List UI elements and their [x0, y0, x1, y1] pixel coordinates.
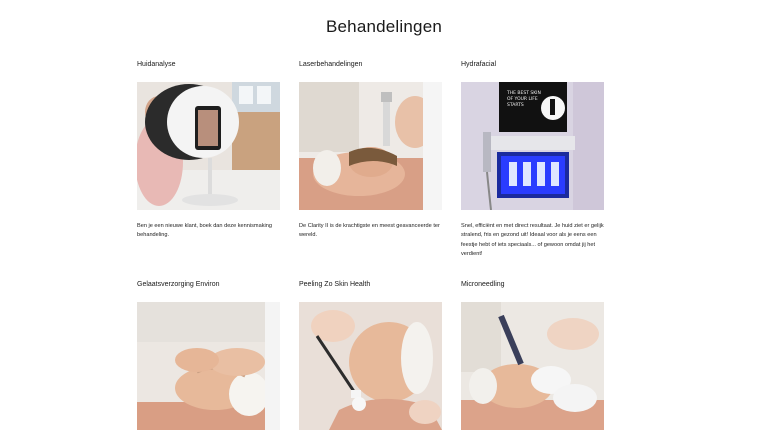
- treatment-card-hydrafacial[interactable]: Hydrafacial THE BEST SKIN OF YOUR LIFE S…: [461, 60, 605, 257]
- hydrafacial-machine-photo: THE BEST SKIN OF YOUR LIFE STARTS: [461, 82, 604, 210]
- treatment-title[interactable]: Laserbehandelingen: [299, 60, 443, 69]
- skin-analysis-device-photo: [137, 82, 280, 210]
- screen-line-1: THE BEST SKIN: [506, 90, 541, 96]
- treatment-title[interactable]: Microneedling: [461, 280, 605, 289]
- treatment-image-hydrafacial[interactable]: THE BEST SKIN OF YOUR LIFE STARTS: [461, 82, 604, 210]
- treatment-image-microneedling[interactable]: [461, 302, 604, 430]
- microneedling-pen-photo: [461, 302, 604, 430]
- peeling-brush-application-photo: [299, 302, 442, 430]
- laser-treatment-photo: [299, 82, 442, 210]
- treatment-title[interactable]: Hydrafacial: [461, 60, 605, 69]
- treatment-description: Ben je een nieuwe klant, boek dan deze k…: [137, 223, 272, 239]
- treatment-image-huidanalyse[interactable]: [137, 82, 280, 210]
- treatments-grid: Huidanalyse Ben je een nieuwe klant, boe…: [0, 0, 768, 432]
- treatment-card-microneedling[interactable]: Microneedling: [461, 280, 605, 430]
- treatment-title[interactable]: Gelaatsverzorging Environ: [137, 280, 281, 289]
- treatment-card-laserbehandelingen[interactable]: Laserbehandelingen De Clarity II is de k…: [299, 60, 443, 238]
- screen-line-3: STARTS: [507, 102, 524, 108]
- treatment-image-peeling-zo-skin-health[interactable]: [299, 302, 442, 430]
- environ-facial-massage-photo: [137, 302, 280, 430]
- treatment-card-gelaatsverzorging-environ[interactable]: Gelaatsverzorging Environ: [137, 280, 281, 430]
- treatment-title[interactable]: Peeling Zo Skin Health: [299, 280, 443, 289]
- screen-line-2: OF YOUR LIFE: [507, 96, 538, 102]
- treatment-card-peeling-zo-skin-health[interactable]: Peeling Zo Skin Health: [299, 280, 443, 430]
- treatment-image-gelaatsverzorging-environ[interactable]: [137, 302, 280, 430]
- treatment-image-laserbehandelingen[interactable]: [299, 82, 442, 210]
- treatment-description: Snel, efficiënt en met direct resultaat.…: [461, 223, 604, 258]
- treatment-description: De Clarity II is de krachtigste en meest…: [299, 223, 440, 239]
- treatment-card-huidanalyse[interactable]: Huidanalyse Ben je een nieuwe klant, boe…: [137, 60, 281, 238]
- treatment-title[interactable]: Huidanalyse: [137, 60, 281, 69]
